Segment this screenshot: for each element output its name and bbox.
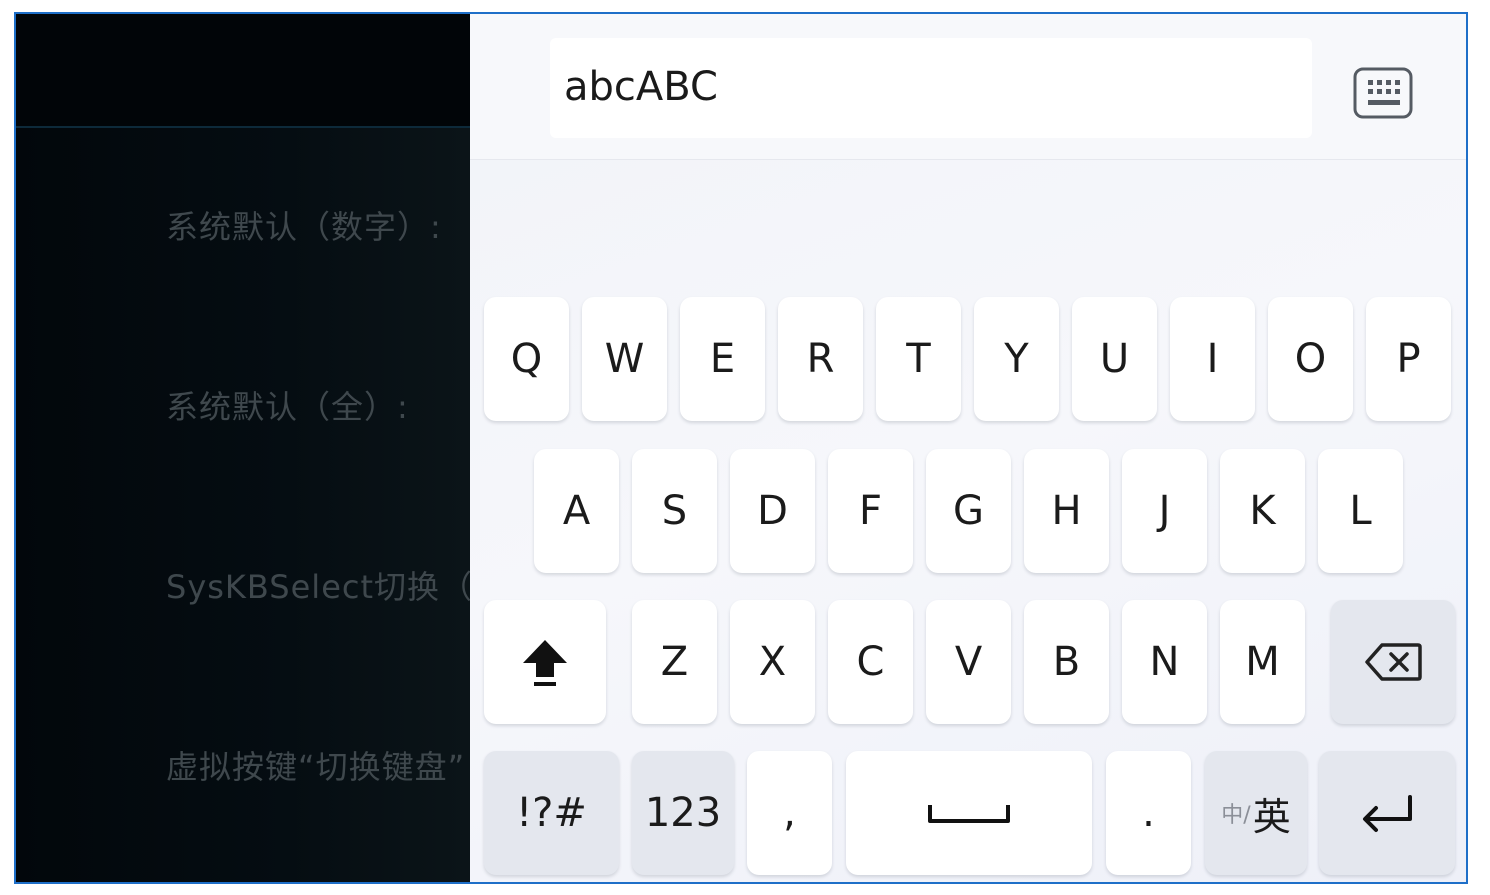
key-z[interactable]: Z — [632, 600, 717, 724]
input-value: abcABC — [564, 64, 718, 110]
space-key[interactable] — [846, 751, 1092, 875]
label-syskbselect-switch: SysKBSelect切换（全 — [166, 568, 507, 606]
enter-return-icon — [1363, 795, 1412, 832]
key-i[interactable]: I — [1170, 297, 1255, 421]
key-y[interactable]: Y — [974, 297, 1059, 421]
period-key[interactable]: . — [1106, 751, 1191, 875]
key-o[interactable]: O — [1268, 297, 1353, 421]
key-w[interactable]: W — [582, 297, 667, 421]
key-v[interactable]: V — [926, 600, 1011, 724]
screen-frame: 系统默认（数字）: 系统默认（全）: SysKBSelect切换（全 虚拟按键“… — [14, 12, 1468, 884]
label-system-default-full: 系统默认（全）: — [166, 388, 409, 426]
shift-key[interactable] — [484, 600, 606, 724]
backspace-icon — [1365, 643, 1422, 681]
numbers-key[interactable]: 123 — [632, 751, 734, 875]
lang-english-label: 英 — [1252, 794, 1291, 839]
key-b[interactable]: B — [1024, 600, 1109, 724]
settings-panel: 系统默认（数字）: 系统默认（全）: SysKBSelect切换（全 虚拟按键“… — [16, 14, 505, 882]
key-g[interactable]: G — [926, 449, 1011, 573]
key-u[interactable]: U — [1072, 297, 1157, 421]
text-input-field[interactable]: abcABC — [550, 38, 1312, 138]
keyboard-toggle-button[interactable] — [1353, 67, 1413, 119]
keyboard-icon — [1353, 67, 1413, 119]
label-system-default-numeric: 系统默认（数字）: — [166, 208, 442, 246]
key-k[interactable]: K — [1220, 449, 1305, 573]
key-c[interactable]: C — [828, 600, 913, 724]
lang-chinese-label: 中/ — [1221, 803, 1251, 828]
key-n[interactable]: N — [1122, 600, 1207, 724]
key-x[interactable]: X — [730, 600, 815, 724]
key-j[interactable]: J — [1122, 449, 1207, 573]
key-m[interactable]: M — [1220, 600, 1305, 724]
backspace-key[interactable] — [1331, 600, 1455, 724]
key-d[interactable]: D — [730, 449, 815, 573]
space-bar-icon — [928, 805, 1010, 823]
shift-arrow-icon — [523, 640, 567, 686]
key-r[interactable]: R — [778, 297, 863, 421]
key-l[interactable]: L — [1318, 449, 1403, 573]
key-t[interactable]: T — [876, 297, 961, 421]
key-q[interactable]: Q — [484, 297, 569, 421]
comma-key[interactable]: , — [747, 751, 832, 875]
key-e[interactable]: E — [680, 297, 765, 421]
symbols-key[interactable]: !?# — [484, 751, 619, 875]
key-h[interactable]: H — [1024, 449, 1109, 573]
key-f[interactable]: F — [828, 449, 913, 573]
key-a[interactable]: A — [534, 449, 619, 573]
key-s[interactable]: S — [632, 449, 717, 573]
input-bar: abcABC — [470, 14, 1466, 160]
language-toggle-key[interactable]: 中/ 英 — [1205, 751, 1307, 875]
settings-header — [16, 14, 470, 128]
enter-key[interactable] — [1319, 751, 1455, 875]
soft-keyboard: abcABC Q W E R T Y U I O P A S D F G H J… — [470, 14, 1466, 882]
label-virtual-switch-keyboard: 虚拟按键“切换键盘” — [166, 748, 466, 786]
key-p[interactable]: P — [1366, 297, 1451, 421]
